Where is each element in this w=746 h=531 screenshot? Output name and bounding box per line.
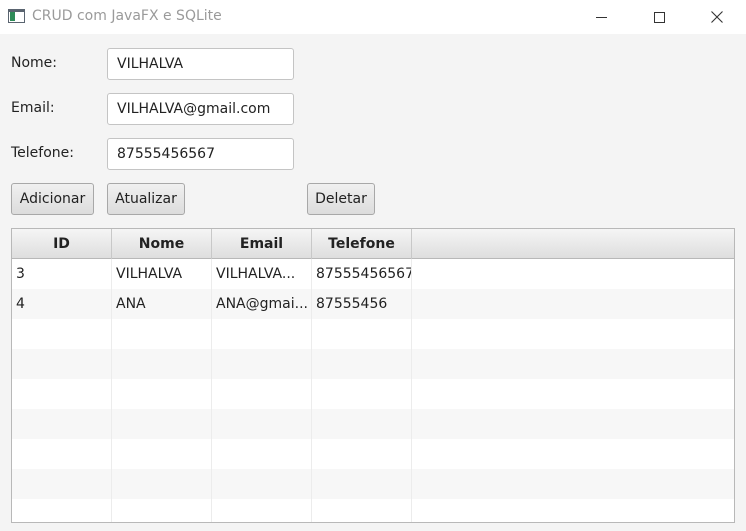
maximize-icon xyxy=(653,11,665,23)
table-row[interactable]: 4 ANA ANA@gmai... 87555456 xyxy=(12,289,734,319)
add-button[interactable]: Adicionar xyxy=(11,183,94,215)
cell-email: ANA@gmai... xyxy=(212,289,312,319)
cell-telefone: 87555456567 xyxy=(312,259,412,289)
nome-input[interactable] xyxy=(107,48,294,80)
cell-email: VILHALVA... xyxy=(212,259,312,289)
cell-id: 3 xyxy=(12,259,112,289)
contacts-table[interactable]: ID Nome Email Telefone 3 VILHALVA VILHAL… xyxy=(11,228,735,523)
empty-row xyxy=(12,319,734,349)
app-icon xyxy=(8,9,25,23)
app-window: CRUD com JavaFX e SQLite Nome: Email: Te… xyxy=(0,0,746,531)
empty-row xyxy=(12,469,734,499)
empty-row xyxy=(12,379,734,409)
cell-nome: ANA xyxy=(112,289,212,319)
email-label: Email: xyxy=(11,100,55,116)
cell-nome: VILHALVA xyxy=(112,259,212,289)
column-header-email[interactable]: Email xyxy=(212,229,312,259)
table-header: ID Nome Email Telefone xyxy=(12,229,734,259)
telefone-input[interactable] xyxy=(107,138,294,170)
cell-id: 4 xyxy=(12,289,112,319)
email-input[interactable] xyxy=(107,93,294,125)
title-bar: CRUD com JavaFX e SQLite xyxy=(0,0,746,34)
delete-button[interactable]: Deletar xyxy=(307,183,375,215)
close-icon xyxy=(711,11,723,23)
minimize-button[interactable] xyxy=(572,0,630,34)
column-header-id[interactable]: ID xyxy=(12,229,112,259)
column-header-nome[interactable]: Nome xyxy=(112,229,212,259)
window-title: CRUD com JavaFX e SQLite xyxy=(32,8,222,24)
empty-row xyxy=(12,349,734,379)
empty-row xyxy=(12,499,734,522)
table-row[interactable]: 3 VILHALVA VILHALVA... 87555456567 xyxy=(12,259,734,289)
close-button[interactable] xyxy=(688,0,746,34)
maximize-button[interactable] xyxy=(630,0,688,34)
column-header-filler xyxy=(412,229,734,259)
telefone-label: Telefone: xyxy=(11,145,74,161)
empty-row xyxy=(12,409,734,439)
cell-telefone: 87555456 xyxy=(312,289,412,319)
nome-label: Nome: xyxy=(11,55,58,71)
empty-row xyxy=(12,439,734,469)
update-button[interactable]: Atualizar xyxy=(107,183,185,215)
column-header-telefone[interactable]: Telefone xyxy=(312,229,412,259)
minimize-icon xyxy=(595,16,607,18)
